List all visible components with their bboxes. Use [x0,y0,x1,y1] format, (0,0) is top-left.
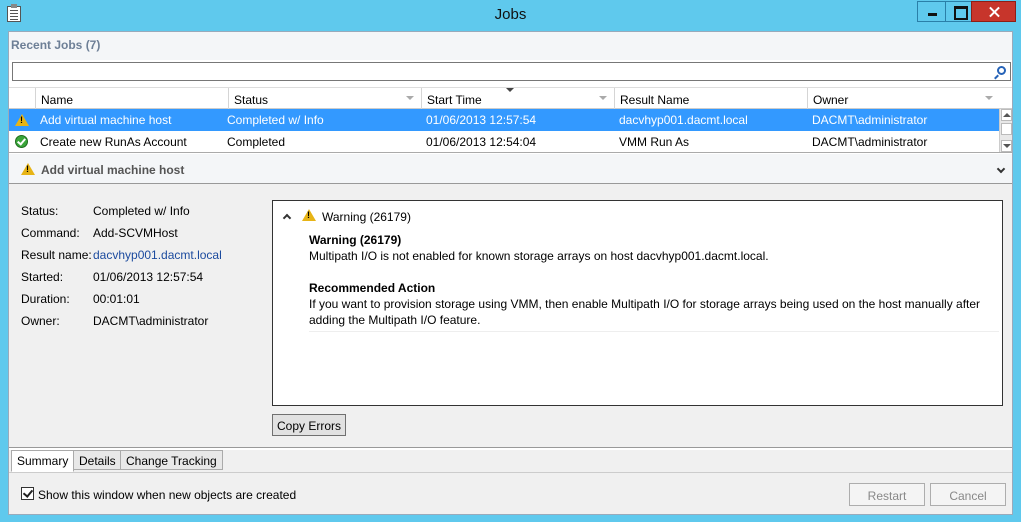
recommended-action-text: If you want to provision storage using V… [309,297,981,311]
warning-icon [21,163,35,175]
job-result-name: dacvhyp001.dacmt.local [619,113,748,127]
checkbox-label[interactable]: Show this window when new objects are cr… [38,488,296,502]
tab-details[interactable]: Details [73,450,122,470]
job-start-time: 01/06/2013 12:54:04 [426,135,537,149]
tab-change-tracking[interactable]: Change Tracking [120,450,223,470]
property-value: 01/06/2013 12:57:54 [93,270,204,284]
property-row: Command: Add-SCVMHost [21,226,281,244]
property-key: Started: [21,270,64,284]
title-bar: Jobs [0,0,1021,30]
divider [309,331,999,332]
jobs-grid: Name Status Start Time Result Name Owner… [9,87,1012,153]
success-icon [15,135,28,148]
error-body: Warning (26179) Multipath I/O is not ena… [309,232,999,328]
client-area: Recent Jobs (7) Name Status Start Time R… [8,31,1013,515]
scroll-down-icon[interactable] [1001,140,1012,152]
property-value: DACMT\administrator [93,314,209,328]
search-input[interactable] [12,62,1011,81]
property-key: Result name: [21,248,92,262]
close-button[interactable] [971,1,1016,22]
column-header-owner[interactable]: Owner [807,88,1000,109]
warning-icon [302,209,316,221]
property-row: Started: 01/06/2013 12:57:54 [21,270,281,288]
recommended-action-text: adding the Multipath I/O feature. [309,313,481,327]
recent-jobs-header: Recent Jobs (7) [9,32,1012,60]
cancel-button[interactable]: Cancel [930,483,1006,506]
property-value: 00:01:01 [93,292,140,306]
filter-dropdown-icon[interactable] [599,96,607,100]
search-icon[interactable] [997,66,1006,75]
job-name: Create new RunAs Account [40,135,187,149]
filter-dropdown-icon[interactable] [406,96,414,100]
property-value: Add-SCVMHost [93,226,178,240]
detail-header[interactable]: Add virtual machine host [9,154,1012,184]
tab-bar: Summary Details Change Tracking [9,450,1012,472]
summary-panel: Status: Completed w/ Info Command: Add-S… [9,184,1012,448]
table-row[interactable]: Create new RunAs Account Completed 01/06… [9,131,999,153]
error-panel: Warning (26179) Warning (26179) Multipat… [272,200,1003,406]
detail-title: Add virtual machine host [41,163,185,177]
grid-scrollbar[interactable] [999,109,1012,152]
minimize-button[interactable] [917,1,946,22]
result-name-link[interactable]: dacvhyp001.dacmt.local [93,248,222,262]
maximize-button[interactable] [945,1,972,22]
property-key: Status: [21,204,59,218]
property-row: Owner: DACMT\administrator [21,314,281,332]
window-title: Jobs [494,6,527,23]
job-status: Completed w/ Info [227,113,324,127]
job-start-time: 01/06/2013 12:57:54 [426,113,537,127]
collapse-chevron-icon[interactable] [282,213,292,223]
column-header-status[interactable]: Status [228,88,421,109]
error-title: Warning (26179) [322,210,411,224]
column-label: Owner [813,93,849,107]
column-label: Start Time [427,93,482,107]
job-result-name: VMM Run As [619,135,690,149]
property-key: Owner: [21,314,60,328]
property-key: Duration: [21,292,70,306]
column-label: Name [41,93,74,107]
warning-icon [15,114,29,126]
show-window-checkbox[interactable] [21,487,34,500]
property-row: Duration: 00:01:01 [21,292,281,310]
scroll-up-icon[interactable] [1001,109,1012,121]
copy-errors-button[interactable]: Copy Errors [272,414,346,436]
scroll-thumb[interactable] [1001,123,1012,135]
tab-summary[interactable]: Summary [11,450,75,472]
column-label: Status [234,93,269,107]
job-owner: DACMT\administrator [812,113,928,127]
grid-header: Name Status Start Time Result Name Owner [9,87,1012,109]
property-row: Status: Completed w/ Info [21,204,281,222]
recent-jobs-label: Recent Jobs (7) [11,38,101,52]
restart-button[interactable]: Restart [849,483,925,506]
filter-dropdown-icon[interactable] [985,96,993,100]
table-row[interactable]: Add virtual machine host Completed w/ In… [9,109,999,131]
chevron-down-icon[interactable] [996,164,1006,174]
recommended-action-heading: Recommended Action [309,281,436,295]
footer: Show this window when new objects are cr… [9,472,1012,514]
property-row: Result name: dacvhyp001.dacmt.local [21,248,281,266]
job-status: Completed [227,135,286,149]
jobs-window: Jobs Recent Jobs (7) Name Status Start T… [0,0,1021,522]
job-name: Add virtual machine host [40,113,172,127]
error-message: Multipath I/O is not enabled for known s… [309,249,769,263]
column-header-result-name[interactable]: Result Name [614,88,807,109]
error-heading: Warning (26179) [309,233,402,247]
job-owner: DACMT\administrator [812,135,928,149]
property-value: Completed w/ Info [93,204,190,218]
column-label: Result Name [620,93,690,107]
column-header-start-time[interactable]: Start Time [421,88,614,109]
property-key: Command: [21,226,80,240]
column-header-name[interactable]: Name [35,88,228,109]
